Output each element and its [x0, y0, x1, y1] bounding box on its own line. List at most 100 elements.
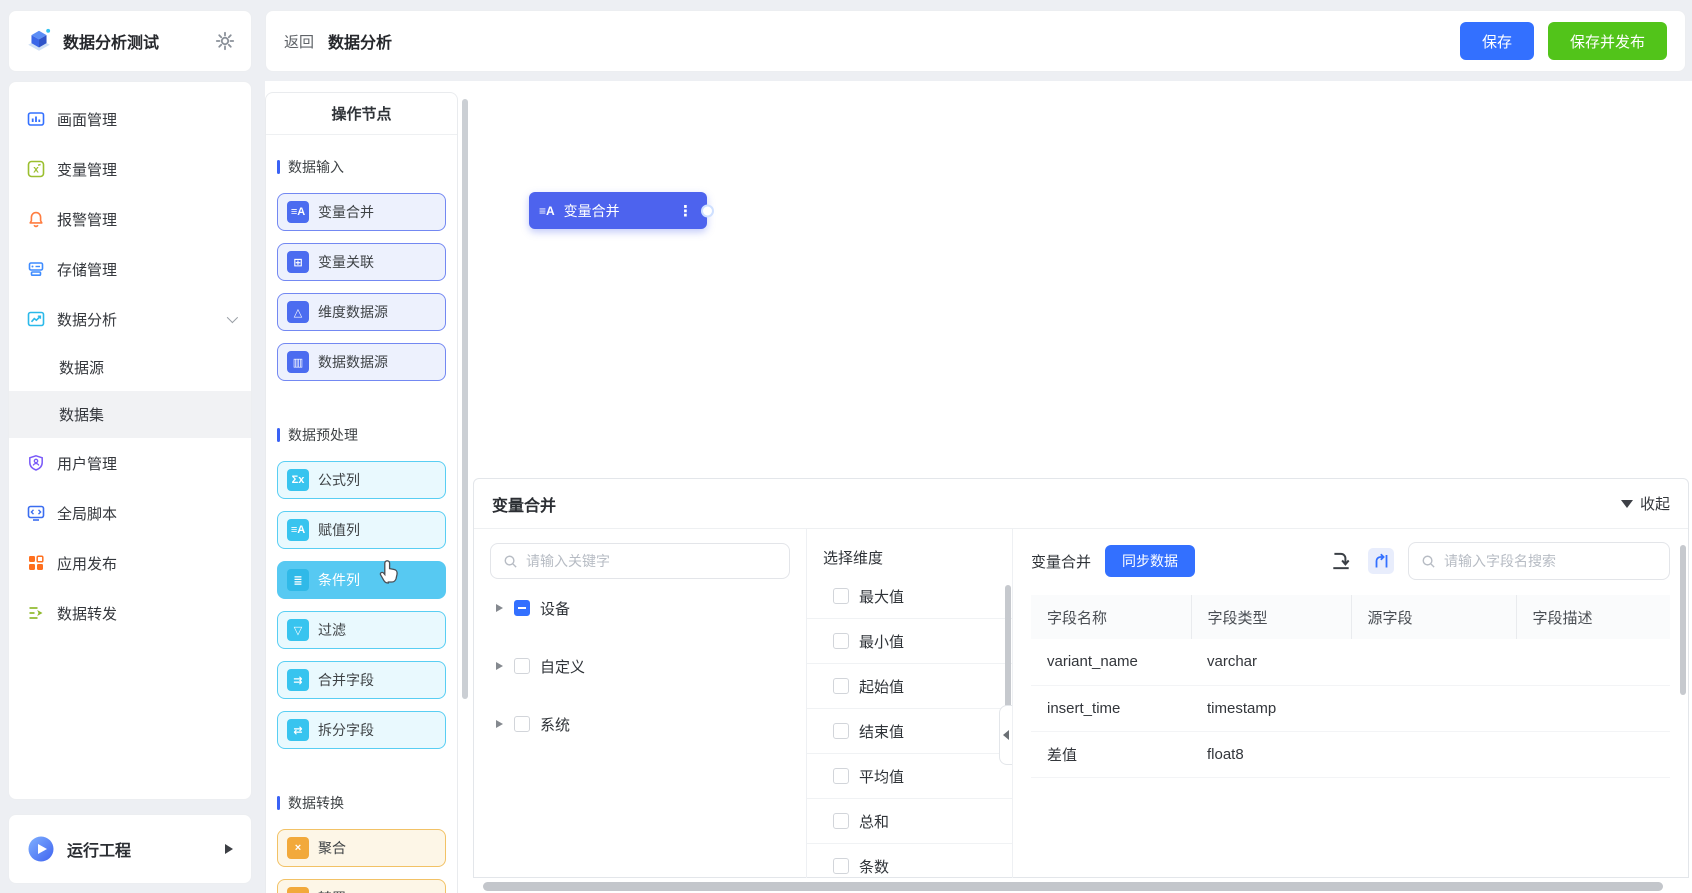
- sidebar-item-global-script[interactable]: 全局脚本: [9, 488, 251, 538]
- node-item-dimension-datasource[interactable]: △ 维度数据源: [277, 293, 446, 331]
- arrow-up-bar-icon: [1375, 553, 1388, 568]
- col-header-field-desc: 字段描述: [1516, 595, 1670, 639]
- logo-card: 数据分析测试: [8, 10, 252, 72]
- canvas-node-variable-merge[interactable]: ≡A 变量合并 ⋮: [529, 192, 714, 229]
- node-panel-title: 操作节点: [266, 93, 457, 135]
- sidebar-item-app-publish[interactable]: 应用发布: [9, 538, 251, 588]
- col-header-field-type: 字段类型: [1191, 595, 1352, 639]
- collapse-column-tab[interactable]: [999, 705, 1012, 765]
- sidebar-item-storage-management[interactable]: 存储管理: [9, 244, 251, 294]
- sidebar-item-variable-management[interactable]: x 变量管理: [9, 144, 251, 194]
- settings-gear-icon[interactable]: [215, 31, 235, 51]
- node-item-aggregate[interactable]: × 聚合: [277, 829, 446, 867]
- fields-scrollbar[interactable]: [1680, 545, 1686, 695]
- node-output-port[interactable]: [701, 204, 714, 217]
- canvas-area: 操作节点 数据输入 ≡A 变量合并 ⊞ 变量关联 △ 维度数据源 ▥ 数据数据源 数据预…: [265, 81, 1692, 893]
- operation-node-panel: 操作节点 数据输入 ≡A 变量合并 ⊞ 变量关联 △ 维度数据源 ▥ 数据数据源 数据预…: [265, 92, 458, 893]
- checkbox[interactable]: [833, 858, 849, 874]
- node-item-merge-fields[interactable]: ⇉ 合并字段: [277, 661, 446, 699]
- fields-table-header-row: 字段名称 字段类型 源字段 字段描述: [1031, 595, 1670, 639]
- sidebar-item-data-forward[interactable]: 数据转发: [9, 588, 251, 638]
- data-forward-icon: [29, 607, 43, 619]
- triangle-down-icon: [1620, 499, 1633, 508]
- sidebar-subitem-dataset[interactable]: 数据集: [9, 391, 251, 438]
- top-header: 返回 数据分析 保存 保存并发布: [265, 10, 1686, 72]
- dimension-option-average[interactable]: 平均值: [807, 754, 1012, 799]
- node-item-filter[interactable]: ▽ 过滤: [277, 611, 446, 649]
- node-item-split-fields[interactable]: ⇄ 拆分字段: [277, 711, 446, 749]
- tree-node-device[interactable]: 设备: [490, 579, 790, 637]
- search-icon: [504, 555, 517, 568]
- run-project-label: 运行工程: [67, 843, 132, 860]
- dimension-option-end[interactable]: 结束值: [807, 709, 1012, 754]
- fields-table: 字段名称 字段类型 源字段 字段描述 variant_name varchar: [1031, 595, 1670, 778]
- node-menu-kebab-icon[interactable]: ⋮: [674, 202, 697, 220]
- checkbox[interactable]: [514, 716, 530, 732]
- tree-search-input[interactable]: [526, 553, 777, 569]
- checkbox[interactable]: [833, 723, 849, 739]
- table-row[interactable]: variant_name varchar: [1031, 639, 1670, 686]
- checkbox[interactable]: [833, 813, 849, 829]
- caret-right-icon[interactable]: [496, 604, 503, 612]
- run-project[interactable]: 运行工程: [8, 814, 252, 884]
- table-row[interactable]: insert_time timestamp: [1031, 685, 1670, 732]
- merge-variables-icon: ≡A: [287, 201, 309, 223]
- sync-fields-icon[interactable]: [1368, 548, 1394, 574]
- sidebar-item-label: 数据转发: [57, 605, 118, 623]
- tree-node-custom[interactable]: 自定义: [490, 637, 790, 695]
- sidebar-item-alarm-management[interactable]: 报警管理: [9, 194, 251, 244]
- col-header-source-field: 源字段: [1351, 595, 1517, 639]
- sidebar-item-data-analysis[interactable]: 数据分析: [9, 294, 251, 344]
- detail-panel-header: 变量合并 收起: [474, 479, 1688, 529]
- section-bar: [277, 796, 280, 810]
- checkbox[interactable]: [833, 678, 849, 694]
- merge-variables-icon: ≡A: [539, 203, 555, 218]
- import-fields-icon[interactable]: [1330, 550, 1352, 572]
- node-item-variable-merge[interactable]: ≡A 变量合并: [277, 193, 446, 231]
- triangle-left-icon: [1003, 730, 1009, 740]
- node-panel-scrollbar[interactable]: [462, 99, 468, 699]
- save-publish-button[interactable]: 保存并发布: [1547, 22, 1667, 60]
- alarm-management-icon: [29, 211, 43, 228]
- fields-search-input[interactable]: [1444, 553, 1657, 569]
- save-button[interactable]: 保存: [1459, 22, 1534, 60]
- node-item-data-datasource[interactable]: ▥ 数据数据源: [277, 343, 446, 381]
- tree-node-system[interactable]: 系统: [490, 695, 790, 753]
- dimension-option-sum[interactable]: 总和: [807, 799, 1012, 844]
- app-title: 数据分析测试: [63, 35, 160, 52]
- caret-right-icon[interactable]: [496, 662, 503, 670]
- node-panel-body: 数据输入 ≡A 变量合并 ⊞ 变量关联 △ 维度数据源 ▥ 数据数据源 数据预处理 Σx…: [266, 135, 457, 893]
- checkbox[interactable]: [514, 658, 530, 674]
- sidebar-item-screen-management[interactable]: 画面管理: [9, 94, 251, 144]
- node-item-condition-column[interactable]: ≣ 条件列: [277, 561, 446, 599]
- checkbox[interactable]: [833, 633, 849, 649]
- checkbox[interactable]: [833, 768, 849, 784]
- dimension-option-max[interactable]: 最大值: [807, 574, 1012, 619]
- horizontal-scrollbar[interactable]: [483, 882, 1663, 891]
- dimension-option-start[interactable]: 起始值: [807, 664, 1012, 709]
- sidebar-subitem-datasource[interactable]: 数据源: [9, 344, 251, 391]
- transpose-icon: ⇅: [287, 887, 309, 893]
- sidebar-item-user-management[interactable]: 用户管理: [9, 438, 251, 488]
- checkbox[interactable]: [833, 588, 849, 604]
- table-row[interactable]: 差值 float8: [1031, 731, 1670, 778]
- node-item-transpose[interactable]: ⇅转置: [277, 879, 446, 893]
- dimension-option-min[interactable]: 最小值: [807, 619, 1012, 664]
- node-item-assign-column[interactable]: ≡A 赋值列: [277, 511, 446, 549]
- collapse-panel-button[interactable]: 收起: [1620, 493, 1670, 514]
- node-item-formula-column[interactable]: Σx 公式列: [277, 461, 446, 499]
- formula-column-icon: Σx: [287, 469, 309, 491]
- sync-data-button[interactable]: 同步数据: [1105, 545, 1196, 577]
- screen-management-icon: [27, 112, 45, 126]
- sidebar: 画面管理 x 变量管理 报警管理 存储管理 数据分析 数据源 数据集 用户管理 …: [8, 81, 252, 800]
- caret-right-icon[interactable]: [496, 720, 503, 728]
- variable-management-icon: x: [27, 160, 45, 178]
- sidebar-item-label: 应用发布: [57, 555, 118, 573]
- node-item-variable-relate[interactable]: ⊞ 变量关联: [277, 243, 446, 281]
- search-icon: [1422, 555, 1435, 568]
- back-link[interactable]: 返回: [284, 31, 314, 52]
- fields-column: 变量合并 同步数据 请输入字段名搜索 字段名称 字段类型 源字段 字段描述 va…: [1013, 529, 1688, 878]
- checkbox-indeterminate[interactable]: [514, 600, 530, 616]
- user-management-icon: [29, 455, 43, 471]
